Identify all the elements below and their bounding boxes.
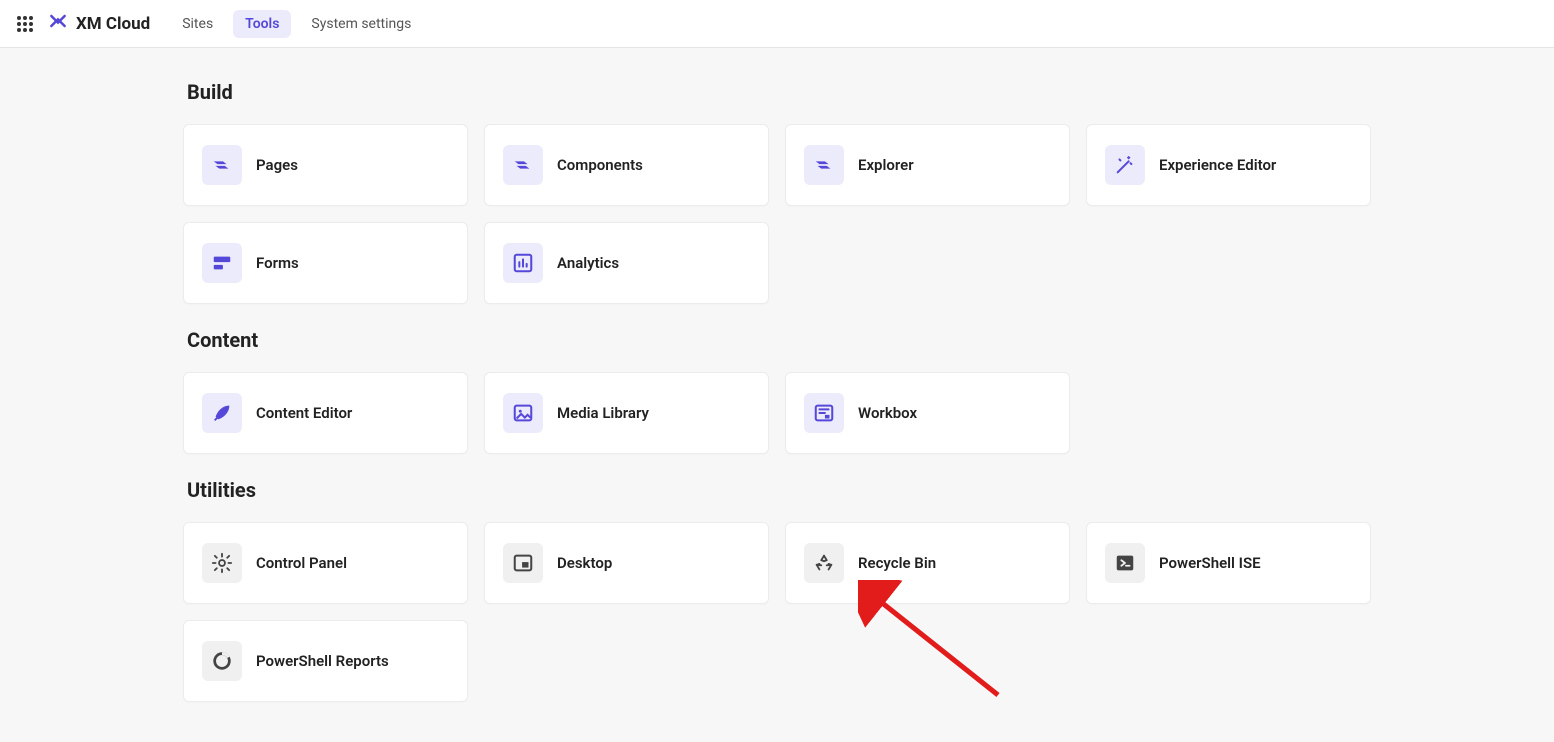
terminal-icon bbox=[1105, 543, 1145, 583]
gear-icon bbox=[202, 543, 242, 583]
card-pages[interactable]: Pages bbox=[183, 124, 468, 206]
card-content-editor[interactable]: Content Editor bbox=[183, 372, 468, 454]
card-label: Forms bbox=[256, 254, 299, 272]
brand-title: XM Cloud bbox=[76, 14, 150, 34]
card-control-panel[interactable]: Control Panel bbox=[183, 522, 468, 604]
card-label: Components bbox=[557, 156, 643, 174]
card-label: Media Library bbox=[557, 404, 649, 422]
nav-item-system-settings[interactable]: System settings bbox=[299, 10, 423, 38]
card-label: Content Editor bbox=[256, 404, 352, 422]
card-label: PowerShell ISE bbox=[1159, 554, 1261, 572]
card-label: Control Panel bbox=[256, 554, 347, 572]
card-label: Workbox bbox=[858, 404, 917, 422]
card-powershell-ise[interactable]: PowerShell ISE bbox=[1086, 522, 1371, 604]
card-components[interactable]: Components bbox=[484, 124, 769, 206]
card-experience-editor[interactable]: Experience Editor bbox=[1086, 124, 1371, 206]
card-label: Explorer bbox=[858, 156, 914, 174]
card-media-library[interactable]: Media Library bbox=[484, 372, 769, 454]
wand-icon bbox=[1105, 145, 1145, 185]
brand-logo-icon bbox=[48, 11, 68, 36]
top-nav: Sites Tools System settings bbox=[170, 10, 423, 38]
card-label: Experience Editor bbox=[1159, 156, 1276, 174]
card-label: PowerShell Reports bbox=[256, 652, 389, 670]
card-label: Desktop bbox=[557, 554, 612, 572]
card-forms[interactable]: Forms bbox=[183, 222, 468, 304]
card-label: Analytics bbox=[557, 254, 619, 272]
card-label: Pages bbox=[256, 156, 298, 174]
utilities-grid: Control Panel Desktop Recycle Bin bbox=[183, 522, 1371, 702]
top-bar: XM Cloud Sites Tools System settings bbox=[0, 0, 1554, 48]
card-powershell-reports[interactable]: PowerShell Reports bbox=[183, 620, 468, 702]
brand[interactable]: XM Cloud bbox=[48, 11, 150, 36]
card-explorer[interactable]: Explorer bbox=[785, 124, 1070, 206]
card-analytics[interactable]: Analytics bbox=[484, 222, 769, 304]
ring-icon bbox=[202, 641, 242, 681]
desktop-icon bbox=[503, 543, 543, 583]
page-body: Build Pages Components Explorer bbox=[167, 48, 1387, 742]
card-workbox[interactable]: Workbox bbox=[785, 372, 1070, 454]
chart-icon bbox=[503, 243, 543, 283]
card-recycle-bin[interactable]: Recycle Bin bbox=[785, 522, 1070, 604]
layers-icon bbox=[804, 145, 844, 185]
workbox-icon bbox=[804, 393, 844, 433]
card-desktop[interactable]: Desktop bbox=[484, 522, 769, 604]
build-grid: Pages Components Explorer Experience Edi… bbox=[183, 124, 1371, 304]
quill-icon bbox=[202, 393, 242, 433]
card-label: Recycle Bin bbox=[858, 554, 936, 572]
content-grid: Content Editor Media Library Workbox bbox=[183, 372, 1371, 454]
section-title-build: Build bbox=[187, 80, 1367, 104]
image-icon bbox=[503, 393, 543, 433]
form-icon bbox=[202, 243, 242, 283]
nav-item-sites[interactable]: Sites bbox=[170, 10, 225, 38]
recycle-icon bbox=[804, 543, 844, 583]
nav-item-tools[interactable]: Tools bbox=[233, 10, 291, 38]
layers-icon bbox=[202, 145, 242, 185]
section-title-utilities: Utilities bbox=[187, 478, 1367, 502]
apps-grid-icon[interactable] bbox=[16, 15, 34, 33]
section-title-content: Content bbox=[187, 328, 1367, 352]
layers-icon bbox=[503, 145, 543, 185]
